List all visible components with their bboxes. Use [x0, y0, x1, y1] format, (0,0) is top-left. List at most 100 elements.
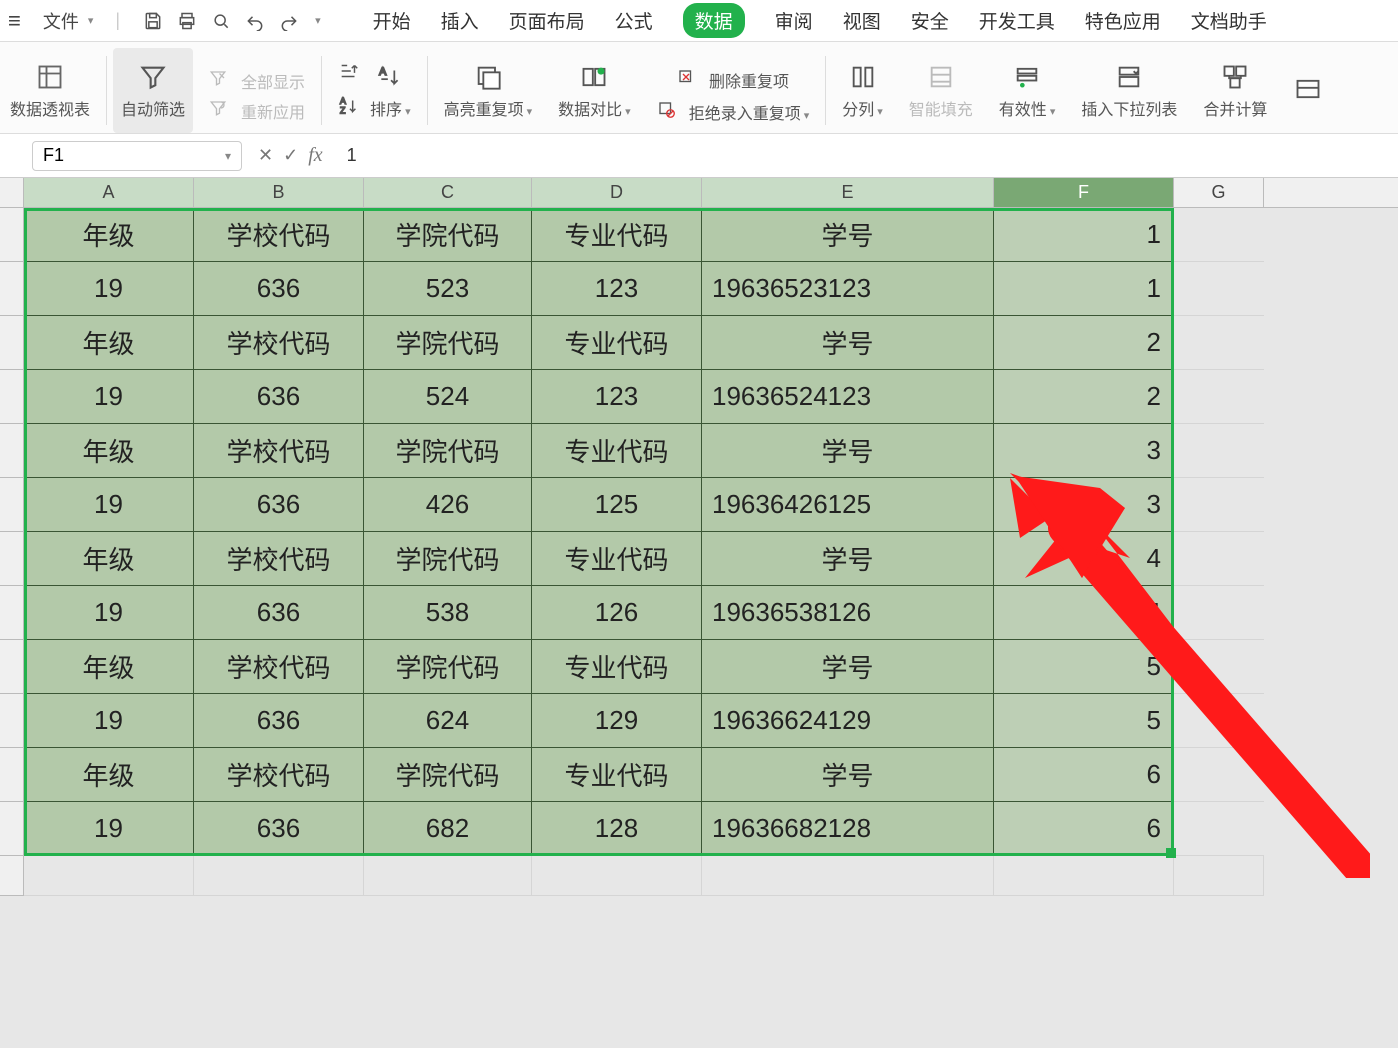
cell[interactable]: 6 [994, 748, 1174, 802]
cell[interactable]: 636 [194, 586, 364, 640]
print-preview-icon[interactable] [210, 10, 232, 32]
undo-icon[interactable] [244, 10, 266, 32]
cell[interactable]: 636 [194, 262, 364, 316]
pivot-button[interactable]: 数据透视表 [0, 48, 100, 133]
cell[interactable]: 19636538126 [702, 586, 994, 640]
cell[interactable]: 学号 [702, 208, 994, 262]
row-head[interactable] [0, 370, 24, 424]
cell[interactable]: 学院代码 [364, 316, 532, 370]
cell[interactable] [24, 856, 194, 896]
cell[interactable]: 学号 [702, 748, 994, 802]
menu-review[interactable]: 审阅 [775, 7, 813, 34]
cell[interactable]: 2 [994, 316, 1174, 370]
cell[interactable] [1174, 262, 1264, 316]
cell[interactable]: 19636523123 [702, 262, 994, 316]
qat-more-icon[interactable]: ▾ [315, 14, 321, 27]
cell[interactable] [1174, 208, 1264, 262]
cell[interactable]: 年级 [24, 424, 194, 478]
cell[interactable]: 19 [24, 478, 194, 532]
cell[interactable] [194, 856, 364, 896]
cell[interactable]: 4 [994, 532, 1174, 586]
redo-icon[interactable] [278, 10, 300, 32]
cell[interactable]: 学院代码 [364, 640, 532, 694]
row-head[interactable] [0, 802, 24, 856]
cell[interactable]: 1 [994, 262, 1174, 316]
confirm-icon[interactable]: ✓ [283, 145, 298, 166]
cell[interactable]: 5 [994, 640, 1174, 694]
menu-home[interactable]: 开始 [373, 7, 411, 34]
cell[interactable]: 636 [194, 802, 364, 856]
row-head[interactable] [0, 694, 24, 748]
row-head[interactable] [0, 262, 24, 316]
sort-asc-icon[interactable] [338, 60, 360, 87]
cell[interactable]: 123 [532, 262, 702, 316]
more-button[interactable] [1283, 48, 1323, 133]
row-head[interactable] [0, 424, 24, 478]
cell[interactable]: 682 [364, 802, 532, 856]
cell[interactable]: 学校代码 [194, 532, 364, 586]
cell[interactable]: 123 [532, 370, 702, 424]
cell[interactable] [702, 856, 994, 896]
col-head-D[interactable]: D [532, 178, 702, 207]
cell[interactable]: 524 [364, 370, 532, 424]
menu-insert[interactable]: 插入 [441, 7, 479, 34]
cell[interactable]: 年级 [24, 748, 194, 802]
cell[interactable] [532, 856, 702, 896]
cell[interactable]: 学号 [702, 532, 994, 586]
cell[interactable] [1174, 748, 1264, 802]
row-head[interactable] [0, 748, 24, 802]
cell[interactable]: 1 [994, 208, 1174, 262]
save-icon[interactable] [142, 10, 164, 32]
cell[interactable]: 6 [994, 802, 1174, 856]
menu-security[interactable]: 安全 [911, 7, 949, 34]
cell[interactable]: 专业代码 [532, 748, 702, 802]
cell[interactable]: 636 [194, 694, 364, 748]
dropdown-button[interactable]: 插入下拉列表 [1071, 48, 1187, 133]
cell[interactable] [1174, 586, 1264, 640]
split-button[interactable]: 分列▾ [832, 48, 893, 133]
formula-input[interactable]: 1 [339, 145, 1398, 166]
cell[interactable]: 128 [532, 802, 702, 856]
autofilter-button[interactable]: 自动筛选 [113, 48, 193, 133]
cell[interactable]: 126 [532, 586, 702, 640]
cell[interactable]: 19 [24, 802, 194, 856]
cell[interactable]: 636 [194, 478, 364, 532]
menu-dev[interactable]: 开发工具 [979, 7, 1055, 34]
cell[interactable]: 年级 [24, 532, 194, 586]
cell[interactable]: 3 [994, 478, 1174, 532]
row-head[interactable] [0, 316, 24, 370]
cell[interactable]: 19 [24, 586, 194, 640]
cell[interactable]: 636 [194, 370, 364, 424]
cell[interactable] [1174, 478, 1264, 532]
cell[interactable]: 学校代码 [194, 748, 364, 802]
name-box[interactable]: F1 ▾ [32, 141, 242, 171]
row-head[interactable] [0, 586, 24, 640]
cell[interactable]: 学校代码 [194, 316, 364, 370]
cell[interactable]: 19636624129 [702, 694, 994, 748]
sort-custom-icon[interactable]: AZ [338, 95, 360, 122]
cell[interactable] [1174, 424, 1264, 478]
cell[interactable]: 学院代码 [364, 424, 532, 478]
cell[interactable]: 19636426125 [702, 478, 994, 532]
menu-docassist[interactable]: 文档助手 [1191, 7, 1267, 34]
select-all-corner[interactable] [0, 178, 24, 207]
cell[interactable] [1174, 856, 1264, 896]
cell[interactable]: 5 [994, 694, 1174, 748]
remove-dup-button[interactable]: 删除重复项 [677, 68, 789, 92]
cell[interactable]: 19636524123 [702, 370, 994, 424]
cell[interactable]: 专业代码 [532, 208, 702, 262]
cell[interactable] [1174, 640, 1264, 694]
cell[interactable]: 4 [994, 586, 1174, 640]
cell[interactable] [1174, 370, 1264, 424]
print-icon[interactable] [176, 10, 198, 32]
compare-button[interactable]: 数据对比▾ [548, 48, 641, 133]
col-head-E[interactable]: E [702, 178, 994, 207]
menu-layout[interactable]: 页面布局 [509, 7, 585, 34]
col-head-B[interactable]: B [194, 178, 364, 207]
cell[interactable]: 3 [994, 424, 1174, 478]
cell[interactable]: 19 [24, 694, 194, 748]
row-head[interactable] [0, 640, 24, 694]
cell[interactable]: 学校代码 [194, 208, 364, 262]
cell[interactable] [1174, 802, 1264, 856]
cell[interactable]: 学校代码 [194, 424, 364, 478]
